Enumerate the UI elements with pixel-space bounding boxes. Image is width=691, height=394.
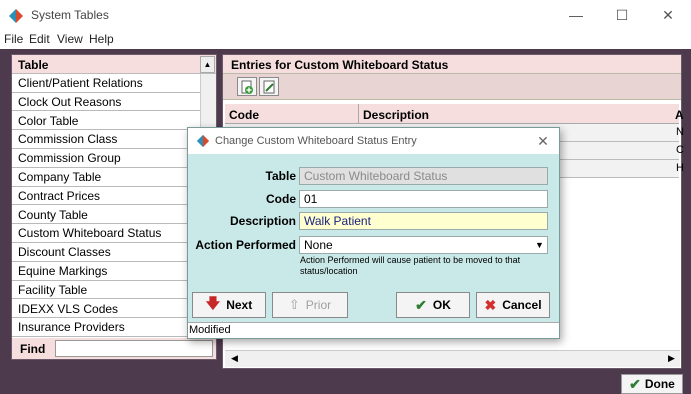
window-title: System Tables	[31, 8, 109, 22]
list-item[interactable]: Contract Prices	[12, 186, 200, 206]
maximize-button[interactable]: ☐	[599, 0, 645, 30]
dialog-close-icon[interactable]: ✕	[532, 131, 554, 151]
list-item[interactable]: Commission Group	[12, 149, 200, 168]
entries-toolbar	[223, 73, 681, 100]
scroll-right-icon[interactable]: ▶	[664, 351, 679, 366]
entries-grid-header	[225, 104, 679, 124]
list-item[interactable]: County Table	[12, 205, 200, 225]
find-label: Find	[20, 342, 46, 356]
scroll-left-icon[interactable]: ◀	[227, 351, 242, 366]
cancel-button[interactable]: ✖ Cancel	[476, 292, 550, 318]
ok-button[interactable]: ✔ OK	[396, 292, 470, 318]
minimize-button[interactable]: —	[553, 0, 599, 30]
dialog-title: Change Custom Whiteboard Status Entry	[215, 135, 417, 147]
list-item[interactable]: Equine Markings	[12, 262, 200, 281]
column-description[interactable]: Description	[363, 108, 429, 122]
row-edge-text: N	[676, 126, 684, 138]
prior-button[interactable]: ⇧ Prior	[272, 292, 348, 318]
ok-label: OK	[432, 298, 451, 312]
column-code[interactable]: Code	[229, 108, 259, 122]
next-button[interactable]: 🡇 Next	[192, 292, 266, 318]
scroll-up-icon[interactable]: ▲	[200, 56, 215, 73]
list-item[interactable]: Custom Whiteboard Status	[12, 224, 200, 243]
app-logo-icon	[8, 8, 24, 24]
entries-header: Entries for Custom Whiteboard Status	[223, 55, 681, 73]
row-edge-text: C	[676, 144, 684, 156]
action-performed-select[interactable]: None	[299, 236, 548, 254]
menu-view[interactable]: View	[57, 32, 83, 46]
dialog-status-bar: Modified	[188, 322, 559, 338]
arrow-down-icon: 🡇	[205, 295, 221, 311]
add-entry-button[interactable]	[237, 77, 257, 96]
row-edge-text: H	[676, 162, 684, 174]
table-list-header[interactable]: Table	[12, 55, 216, 74]
list-item[interactable]: Company Table	[12, 168, 200, 187]
dropdown-arrow-icon[interactable]: ▼	[535, 240, 544, 250]
menu-help[interactable]: Help	[89, 32, 114, 46]
list-item[interactable]: Commission Class	[12, 130, 200, 149]
menu-file[interactable]: File	[4, 32, 23, 46]
menu-edit[interactable]: Edit	[29, 32, 50, 46]
table-label: Table	[265, 169, 296, 183]
action-note: Action Performed will cause patient to b…	[300, 255, 521, 276]
list-item[interactable]: IDEXX VLS Codes	[12, 299, 200, 319]
close-button[interactable]: ✕	[645, 0, 691, 30]
arrow-up-icon: ⇧	[288, 297, 300, 312]
description-label: Description	[229, 214, 296, 228]
column-action[interactable]: A	[675, 108, 684, 122]
next-label: Next	[226, 298, 253, 312]
code-field[interactable]: 01	[299, 190, 548, 208]
list-item[interactable]: Discount Classes	[12, 243, 200, 262]
x-icon: ✖	[484, 296, 497, 313]
cancel-label: Cancel	[502, 298, 542, 312]
list-item[interactable]: Insurance Providers	[12, 318, 200, 337]
prior-label: Prior	[305, 298, 332, 312]
list-item[interactable]: Client/Patient Relations	[12, 74, 200, 93]
checkmark-icon: ✔	[629, 375, 641, 392]
list-item[interactable]: Clock Out Reasons	[12, 92, 200, 112]
entries-hscrollbar[interactable]	[225, 350, 680, 367]
table-field: Custom Whiteboard Status	[299, 167, 548, 185]
edit-entry-button[interactable]	[259, 77, 279, 96]
checkmark-icon: ✔	[415, 296, 427, 313]
list-item[interactable]: Color Table	[12, 111, 200, 131]
list-item[interactable]: Facility Table	[12, 280, 200, 300]
done-button[interactable]: ✔ Done	[621, 374, 683, 394]
find-input[interactable]	[55, 340, 213, 357]
code-label: Code	[266, 192, 296, 206]
description-field[interactable]: Walk Patient	[299, 212, 548, 230]
action-performed-label: Action Performed	[195, 238, 296, 252]
add-entry-icon	[241, 80, 253, 94]
done-label: Done	[644, 377, 675, 391]
app-logo-icon	[196, 134, 210, 148]
edit-entry-icon	[263, 80, 275, 93]
